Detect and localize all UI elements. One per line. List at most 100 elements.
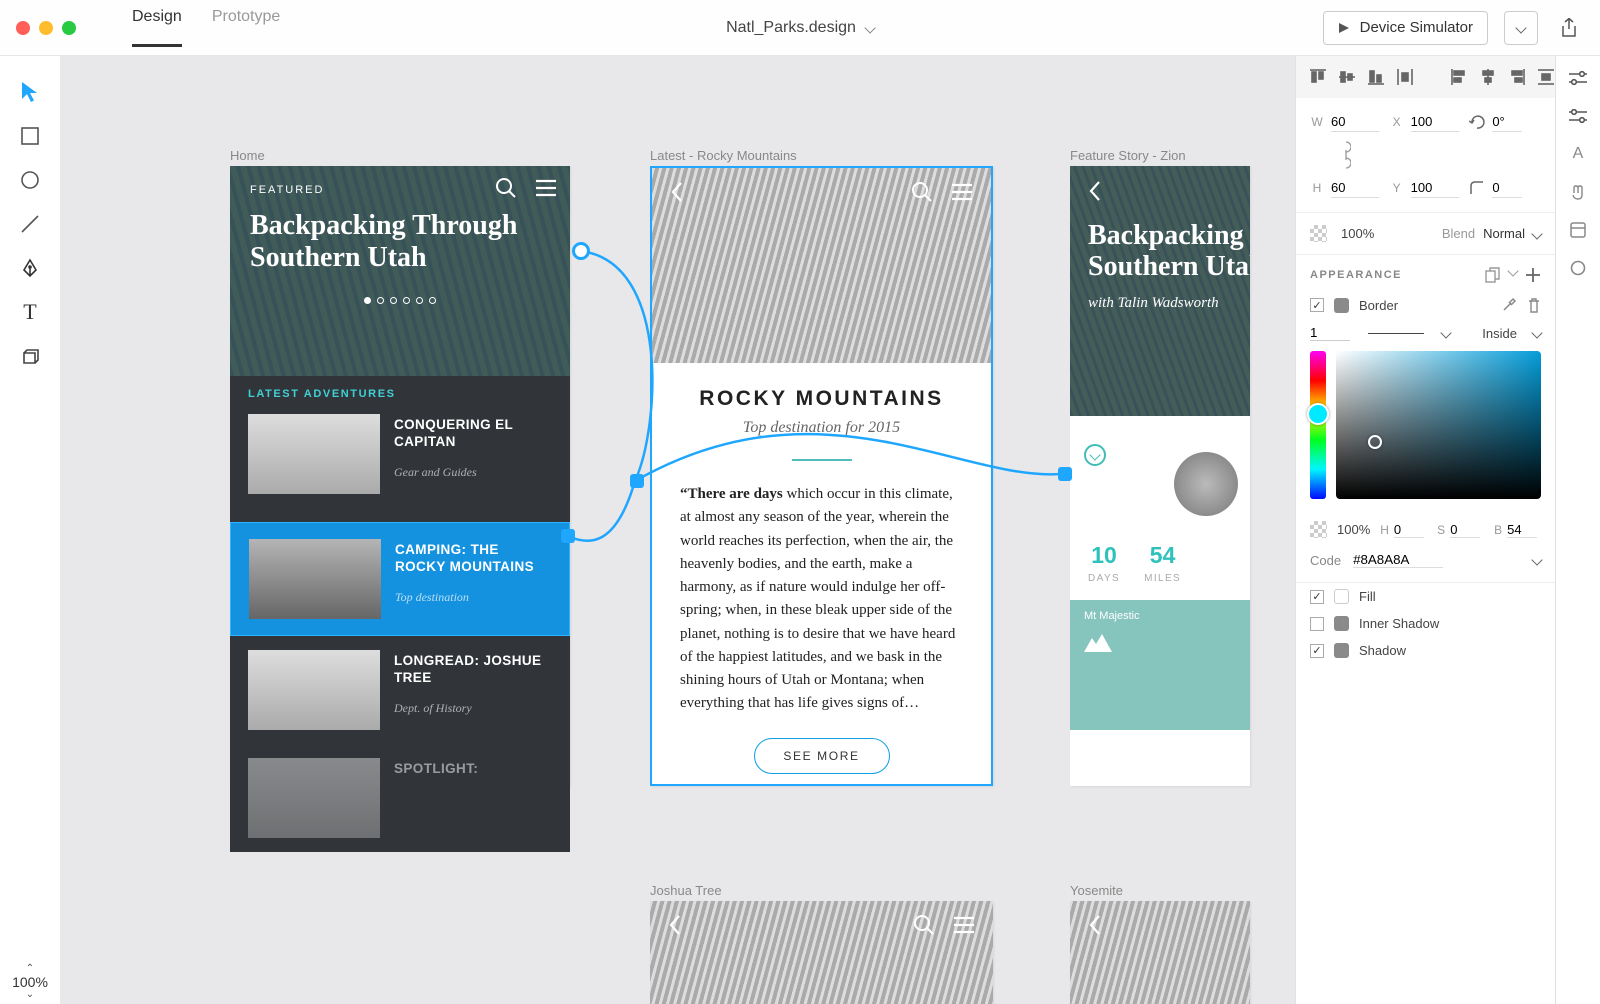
link-handle[interactable] [1058, 467, 1072, 481]
menu-icon[interactable] [953, 914, 975, 936]
opacity-value[interactable]: 100% [1341, 226, 1374, 241]
menu-icon[interactable] [951, 181, 973, 203]
fill-color-swatch[interactable] [1334, 589, 1349, 604]
tab-prototype[interactable]: Prototype [212, 8, 280, 47]
sliders-icon[interactable] [1568, 68, 1588, 88]
pen-tool[interactable] [10, 248, 50, 288]
window-maximize[interactable] [62, 21, 76, 35]
search-icon[interactable] [913, 914, 935, 936]
hue-input[interactable] [1394, 522, 1424, 538]
menu-icon[interactable] [535, 177, 557, 199]
align-left-icon[interactable] [1451, 68, 1467, 86]
pager-dots[interactable] [250, 291, 550, 309]
adventure-card[interactable]: CONQUERING EL CAPITAN Gear and Guides [248, 414, 552, 508]
align-vcenter-icon[interactable] [1339, 68, 1355, 86]
chevron-down-icon[interactable]: ⌄ [0, 990, 60, 1000]
link-node[interactable] [572, 242, 590, 260]
corner-input[interactable] [1492, 178, 1522, 198]
artboard-zion[interactable]: Backpacking Through Southern Utah with T… [1070, 166, 1250, 786]
y-input[interactable] [1411, 178, 1459, 198]
back-icon[interactable] [670, 181, 684, 203]
device-simulator-button[interactable]: Device Simulator [1323, 11, 1488, 45]
see-more-button[interactable]: SEE MORE [754, 738, 890, 774]
canvas[interactable]: Home FEATURED Backpacking Through Southe… [60, 56, 1295, 1004]
circle-outline-icon[interactable] [1568, 258, 1588, 278]
distribute-v-icon[interactable] [1397, 68, 1413, 86]
align-top-icon[interactable] [1310, 68, 1326, 86]
align-right-icon[interactable] [1509, 68, 1525, 86]
artboard-rocky[interactable]: ROCKY MOUNTAINS Top destination for 2015… [650, 166, 993, 786]
zoom-control[interactable]: ⌃ 100% ⌄ [0, 964, 60, 1000]
inner-shadow-swatch[interactable] [1334, 616, 1349, 631]
opacity-value-2[interactable]: 100% [1337, 522, 1370, 537]
back-icon[interactable] [1088, 180, 1102, 202]
inner-shadow-checkbox[interactable] [1310, 617, 1324, 631]
sliders2-icon[interactable] [1568, 106, 1588, 126]
artboard-tool[interactable] [10, 336, 50, 376]
height-input[interactable] [1331, 178, 1379, 198]
chevron-down-icon[interactable] [1531, 327, 1542, 338]
border-position-dropdown[interactable]: Inside [1482, 326, 1517, 341]
artboard-label[interactable]: Home [230, 148, 265, 163]
link-handle[interactable] [561, 529, 575, 543]
expand-icon[interactable] [1084, 444, 1106, 466]
chevron-down-icon[interactable] [1531, 554, 1542, 565]
border-width-input[interactable] [1310, 325, 1350, 341]
bri-input[interactable] [1507, 522, 1537, 538]
distribute-h-icon[interactable] [1538, 68, 1554, 86]
hand-icon[interactable] [1568, 182, 1588, 202]
tab-design[interactable]: Design [132, 8, 182, 47]
artboard-label[interactable]: Yosemite [1070, 883, 1123, 898]
copy-appearance-icon[interactable] [1485, 267, 1501, 283]
back-icon[interactable] [1088, 914, 1102, 936]
border-checkbox[interactable] [1310, 298, 1324, 312]
ellipse-tool[interactable] [10, 160, 50, 200]
line-tool[interactable] [10, 204, 50, 244]
add-icon[interactable] [1525, 267, 1541, 283]
x-input[interactable] [1411, 112, 1459, 132]
shadow-checkbox[interactable] [1310, 644, 1324, 658]
color-picker[interactable] [1296, 351, 1555, 507]
search-icon[interactable] [911, 181, 933, 203]
shadow-swatch[interactable] [1334, 643, 1349, 658]
hue-slider[interactable] [1310, 351, 1326, 499]
hue-thumb[interactable] [1307, 403, 1329, 425]
align-hcenter-icon[interactable] [1480, 68, 1496, 86]
align-bottom-icon[interactable] [1368, 68, 1384, 86]
device-simulator-dropdown[interactable] [1504, 11, 1538, 45]
document-title[interactable]: Natl_Parks.design [726, 19, 874, 37]
chevron-down-icon[interactable] [1441, 327, 1452, 338]
artboard-joshua[interactable] [650, 901, 993, 1004]
sv-box[interactable] [1336, 351, 1541, 499]
window-minimize[interactable] [39, 21, 53, 35]
adventure-card[interactable]: LONGREAD: JOSHUE TREE Dept. of History [248, 650, 552, 744]
delete-icon[interactable] [1527, 297, 1541, 313]
share-button[interactable] [1554, 13, 1584, 43]
select-tool[interactable] [10, 72, 50, 112]
artboard-yosemite[interactable] [1070, 901, 1250, 1004]
chevron-up-icon[interactable]: ⌃ [0, 964, 60, 974]
adventure-card-selected[interactable]: CAMPING: THE ROCKY MOUNTAINS Top destina… [230, 522, 570, 636]
hex-input[interactable] [1353, 552, 1443, 568]
back-icon[interactable] [668, 914, 682, 936]
artboard-home[interactable]: FEATURED Backpacking Through Southern Ut… [230, 166, 570, 786]
search-icon[interactable] [495, 177, 517, 199]
eyedropper-icon[interactable] [1501, 297, 1517, 313]
artboard-label[interactable]: Latest - Rocky Mountains [650, 148, 797, 163]
width-input[interactable] [1331, 112, 1379, 132]
rotation-input[interactable] [1492, 112, 1522, 132]
artboard-label[interactable]: Joshua Tree [650, 883, 722, 898]
blend-dropdown[interactable]: Blend Normal [1442, 226, 1541, 241]
artboard-label[interactable]: Feature Story - Zion [1070, 148, 1186, 163]
window-close[interactable] [16, 21, 30, 35]
text-panel-icon[interactable]: A [1568, 144, 1588, 164]
rectangle-tool[interactable] [10, 116, 50, 156]
chevron-down-icon[interactable] [1507, 265, 1518, 276]
border-color-swatch[interactable] [1334, 298, 1349, 313]
text-tool[interactable]: T [10, 292, 50, 332]
library-icon[interactable] [1568, 220, 1588, 240]
link-wh-icon[interactable] [1341, 140, 1351, 170]
fill-checkbox[interactable] [1310, 590, 1324, 604]
link-handle[interactable] [630, 474, 644, 488]
sv-thumb[interactable] [1368, 435, 1382, 449]
